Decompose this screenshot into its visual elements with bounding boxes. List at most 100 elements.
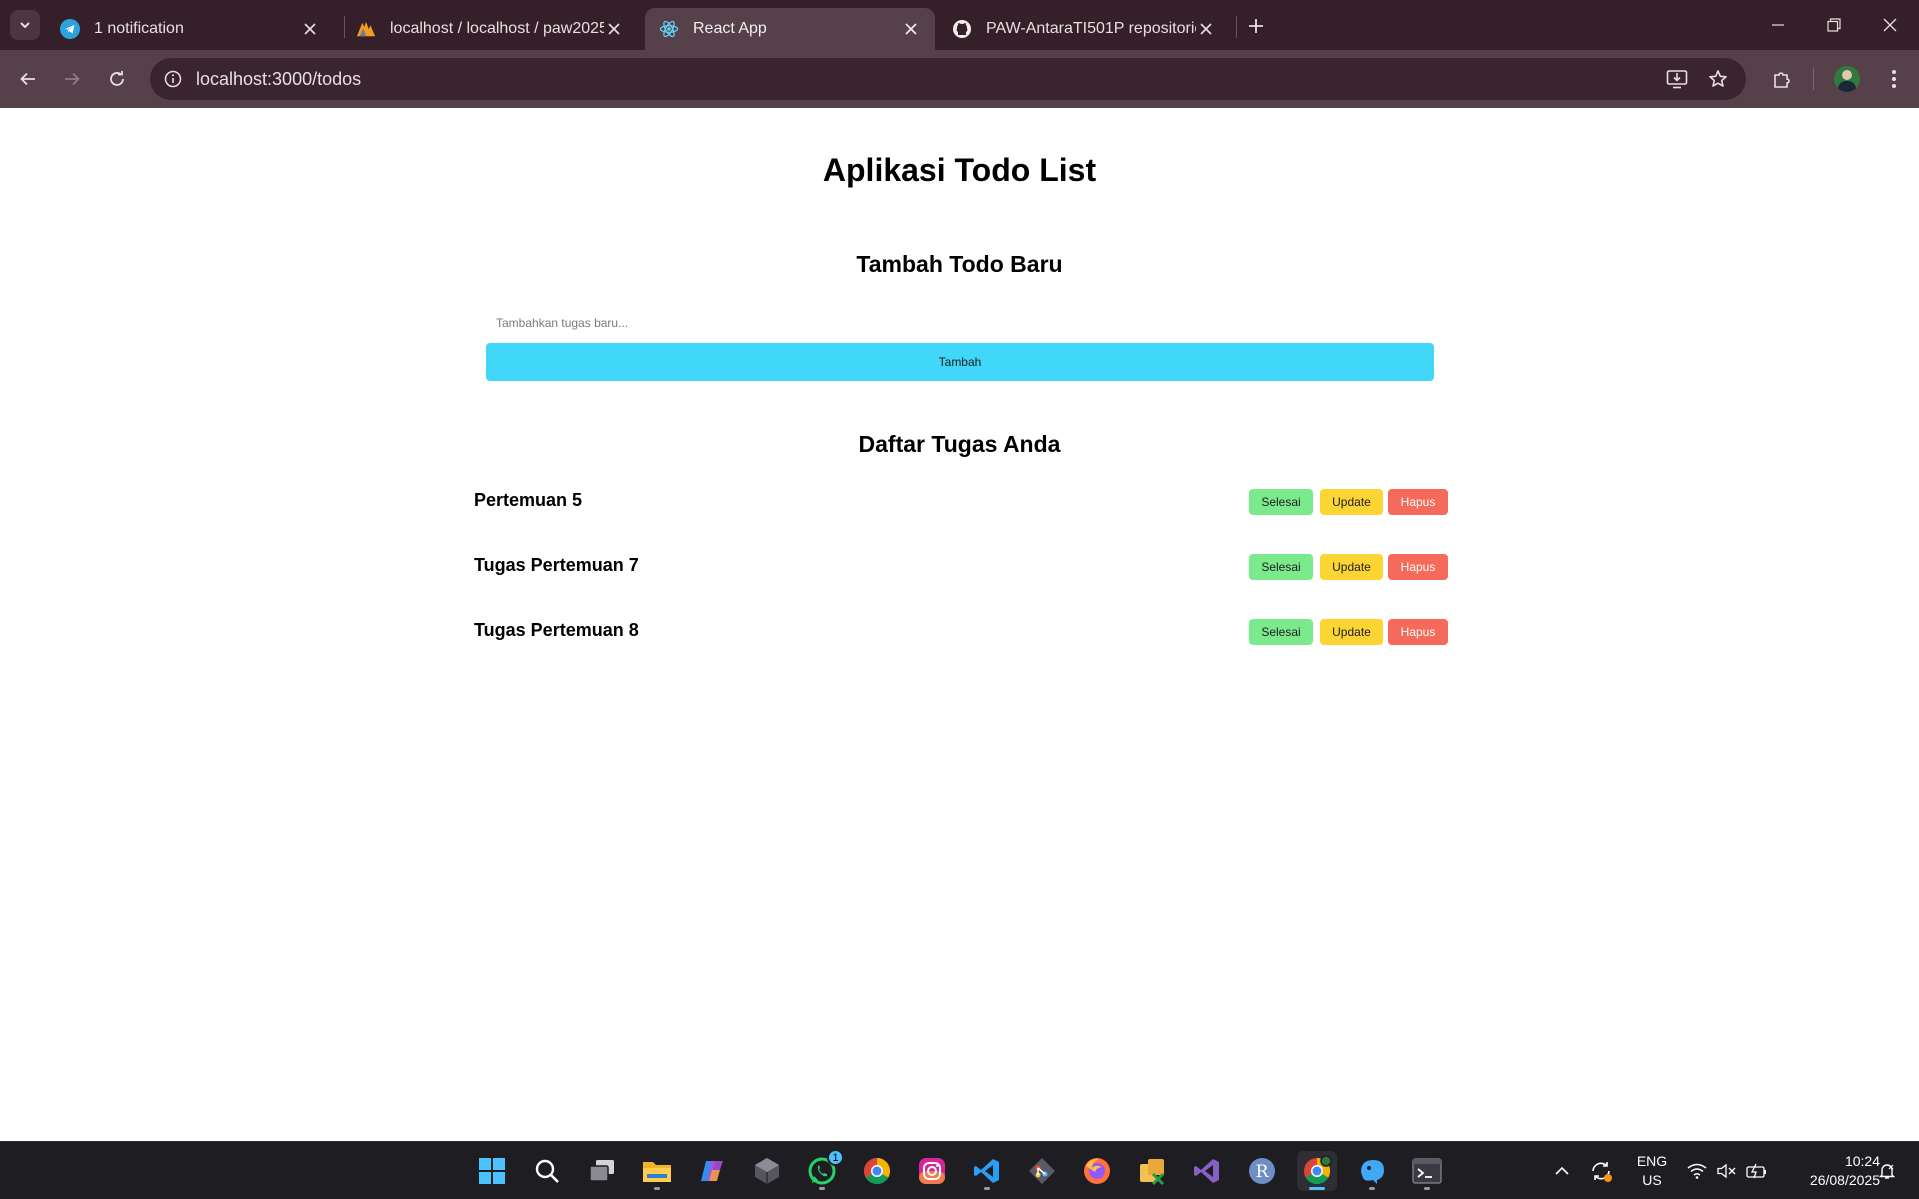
todo-item: Tugas Pertemuan 7 Selesai Update Hapus bbox=[474, 552, 1448, 582]
notification-bell-icon[interactable] bbox=[1872, 1142, 1902, 1199]
arrow-right-icon bbox=[65, 72, 80, 86]
avatar bbox=[1834, 66, 1860, 92]
windows-start-icon[interactable] bbox=[472, 1151, 512, 1191]
update-button[interactable]: Update bbox=[1320, 489, 1383, 515]
vscode-icon[interactable] bbox=[967, 1151, 1007, 1191]
close-icon[interactable] bbox=[901, 19, 921, 39]
running-indicator bbox=[1424, 1187, 1430, 1190]
region-code: US bbox=[1642, 1172, 1662, 1188]
reload-button[interactable] bbox=[101, 63, 133, 95]
mark-done-button[interactable]: Selesai bbox=[1249, 489, 1313, 515]
terminal-icon[interactable] bbox=[1407, 1151, 1447, 1191]
svg-text:R: R bbox=[1256, 1162, 1270, 1182]
close-window-button[interactable] bbox=[1870, 10, 1910, 40]
mark-done-button[interactable]: Selesai bbox=[1249, 554, 1313, 580]
telegram-icon bbox=[60, 19, 80, 39]
running-indicator bbox=[819, 1187, 825, 1190]
install-app-icon[interactable] bbox=[1664, 66, 1690, 92]
tab-title: localhost / localhost / paw2025 bbox=[390, 20, 604, 37]
close-icon[interactable] bbox=[1196, 19, 1216, 39]
task-view-icon[interactable] bbox=[582, 1151, 622, 1191]
delete-button[interactable]: Hapus bbox=[1388, 554, 1448, 580]
new-tab-button[interactable] bbox=[1242, 12, 1270, 40]
close-icon bbox=[1883, 18, 1897, 32]
show-hidden-icons-button[interactable] bbox=[1550, 1142, 1574, 1199]
system-clock[interactable]: 10:24 26/08/2025 bbox=[1780, 1152, 1880, 1190]
profile-button[interactable] bbox=[1831, 63, 1863, 95]
r-icon[interactable]: R bbox=[1242, 1151, 1282, 1191]
bookmark-star-icon[interactable] bbox=[1705, 66, 1731, 92]
tab-telegram[interactable]: 1 notification bbox=[46, 8, 334, 50]
todo-text: Tugas Pertemuan 7 bbox=[474, 555, 639, 575]
git-icon[interactable] bbox=[1022, 1151, 1062, 1191]
arrow-left-icon bbox=[20, 72, 35, 86]
forward-button[interactable] bbox=[56, 63, 88, 95]
close-icon[interactable] bbox=[300, 19, 320, 39]
back-button[interactable] bbox=[12, 63, 44, 95]
clock-time: 10:24 bbox=[1844, 1153, 1880, 1169]
browser-menu-button[interactable] bbox=[1878, 63, 1910, 95]
notification-badge: 1 bbox=[827, 1149, 844, 1166]
reload-icon bbox=[110, 71, 124, 86]
url-text[interactable]: localhost:3000/todos bbox=[196, 69, 361, 90]
running-indicator bbox=[654, 1187, 660, 1190]
tab-search-button[interactable] bbox=[10, 10, 40, 40]
running-indicator bbox=[984, 1187, 990, 1190]
address-bar[interactable]: localhost:3000/todos bbox=[150, 58, 1746, 100]
todo-item: Pertemuan 5 Selesai Update Hapus bbox=[474, 487, 1448, 517]
minimize-button[interactable] bbox=[1758, 10, 1798, 40]
todo-text: Pertemuan 5 bbox=[474, 490, 583, 510]
browser-tab-bar: 1 notification localhost / localhost / p… bbox=[0, 0, 1919, 50]
chrome-icon[interactable] bbox=[857, 1151, 897, 1191]
language-indicator[interactable]: ENG US bbox=[1628, 1152, 1676, 1190]
update-button[interactable]: Update bbox=[1320, 554, 1383, 580]
tab-title: React App bbox=[693, 20, 767, 37]
add-todo-heading: Tambah Todo Baru bbox=[856, 251, 1063, 277]
tab-react-app[interactable]: React App bbox=[645, 8, 935, 50]
update-button[interactable]: Update bbox=[1320, 619, 1383, 645]
todo-list-heading: Daftar Tugas Anda bbox=[858, 431, 1061, 457]
firefox-icon[interactable] bbox=[1077, 1151, 1117, 1191]
running-indicator bbox=[1369, 1187, 1375, 1190]
tab-phpmyadmin[interactable]: localhost / localhost / paw2025 bbox=[342, 8, 638, 50]
tab-github[interactable]: PAW-AntaraTI501P repositories bbox=[938, 8, 1230, 50]
copilot-icon[interactable] bbox=[692, 1151, 732, 1191]
chevron-down-icon bbox=[20, 22, 30, 29]
mysql-workbench-icon[interactable] bbox=[1352, 1151, 1392, 1191]
instagram-icon[interactable] bbox=[912, 1151, 952, 1191]
visual-studio-icon[interactable] bbox=[1187, 1151, 1227, 1191]
file-explorer-icon[interactable] bbox=[637, 1151, 677, 1191]
site-info-icon[interactable] bbox=[160, 66, 186, 92]
cube-app-icon[interactable] bbox=[747, 1151, 787, 1191]
restore-icon bbox=[1827, 18, 1841, 32]
todo-text: Tugas Pertemuan 8 bbox=[474, 620, 639, 640]
delete-button[interactable]: Hapus bbox=[1388, 619, 1448, 645]
search-icon[interactable] bbox=[527, 1151, 567, 1191]
new-todo-input[interactable] bbox=[486, 300, 1434, 346]
language-code: ENG bbox=[1636, 1153, 1668, 1169]
page-content: Aplikasi Todo List Tambah Todo Baru Tamb… bbox=[0, 108, 1919, 1141]
chrome-profile-icon[interactable] bbox=[1297, 1151, 1337, 1191]
whatsapp-icon[interactable]: 1 bbox=[802, 1149, 844, 1191]
battery-charging-icon[interactable] bbox=[1745, 1142, 1769, 1199]
extensions-puzzle-icon[interactable] bbox=[1766, 63, 1798, 95]
sync-status-icon[interactable] bbox=[1588, 1142, 1614, 1199]
restore-button[interactable] bbox=[1814, 10, 1854, 40]
tab-title: PAW-AntaraTI501P repositories bbox=[986, 20, 1196, 37]
todo-item: Tugas Pertemuan 8 Selesai Update Hapus bbox=[474, 617, 1448, 647]
tab-title: 1 notification bbox=[94, 20, 184, 37]
browser-toolbar: localhost:3000/todos bbox=[0, 50, 1919, 108]
close-icon[interactable] bbox=[604, 19, 624, 39]
wifi-icon[interactable] bbox=[1685, 1142, 1709, 1199]
volume-muted-icon[interactable] bbox=[1715, 1142, 1739, 1199]
toolbar-divider bbox=[1813, 68, 1814, 90]
active-indicator bbox=[1309, 1187, 1325, 1190]
kebab-menu-icon bbox=[1892, 70, 1896, 88]
delete-button[interactable]: Hapus bbox=[1388, 489, 1448, 515]
plus-icon bbox=[1249, 19, 1263, 33]
minimize-icon bbox=[1772, 24, 1784, 26]
add-todo-button[interactable]: Tambah bbox=[486, 343, 1434, 381]
github-icon bbox=[952, 19, 972, 39]
mark-done-button[interactable]: Selesai bbox=[1249, 619, 1313, 645]
app-icon[interactable] bbox=[1132, 1151, 1172, 1191]
